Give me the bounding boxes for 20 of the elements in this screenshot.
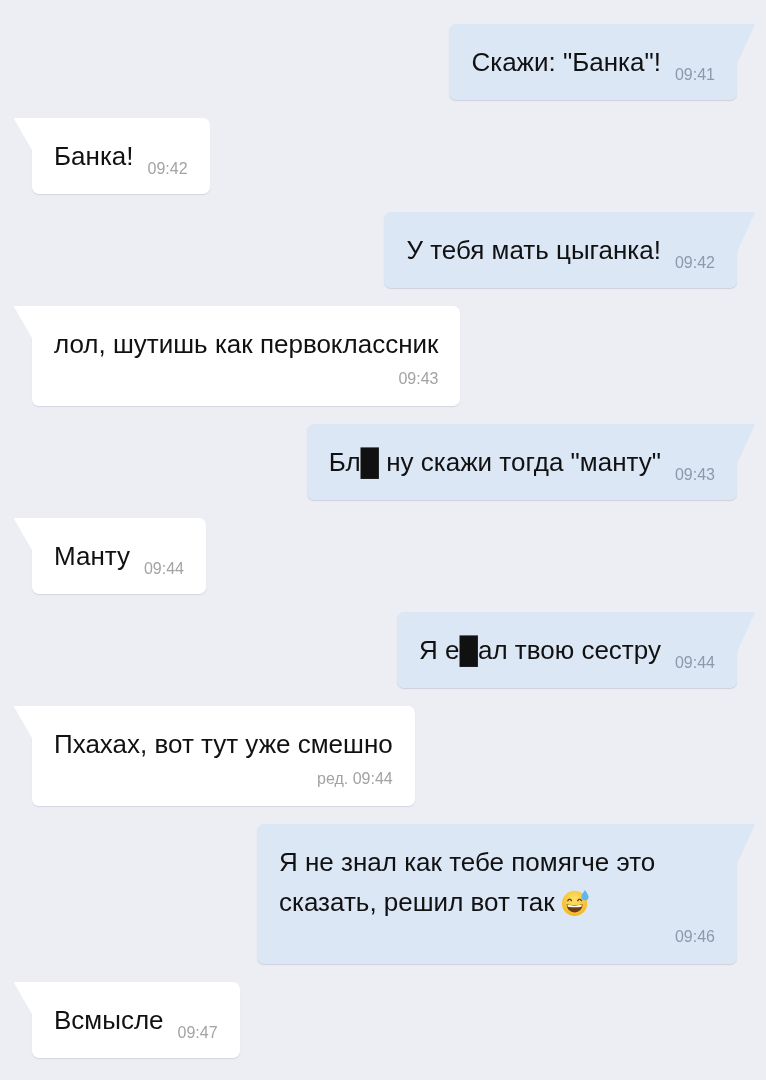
message-time: ред. 09:44 bbox=[317, 770, 393, 788]
message-time: 09:43 bbox=[674, 466, 715, 484]
message-time: 09:46 bbox=[674, 928, 715, 946]
message-time: 09:42 bbox=[147, 160, 188, 178]
message-time: 09:47 bbox=[177, 1024, 218, 1042]
message-text: Всмысле bbox=[54, 1005, 164, 1035]
message-time: 09:44 bbox=[143, 560, 184, 578]
message-text: Я не знал как тебе помягче это сказать, решил вот так bbox=[279, 847, 656, 917]
message-text: У тебя мать цыганка! bbox=[406, 235, 661, 265]
message-text: Бл█ ну скажи тогда "манту" bbox=[328, 447, 661, 477]
message-text: Манту bbox=[54, 541, 130, 571]
message-text: Скажи: "Банка"! bbox=[471, 47, 661, 77]
message-text: Я е█ал твою сестру bbox=[419, 635, 661, 665]
message-text: Банка! bbox=[54, 141, 134, 171]
message-time: 09:44 bbox=[674, 654, 715, 672]
message-text: лол, шутишь как первоклассник bbox=[54, 329, 439, 359]
message-time: 09:42 bbox=[674, 254, 715, 272]
message-time: 09:43 bbox=[398, 370, 439, 388]
message-text: Пхахах, вот тут уже смешно bbox=[54, 729, 393, 759]
message-time: 09:41 bbox=[674, 66, 715, 84]
